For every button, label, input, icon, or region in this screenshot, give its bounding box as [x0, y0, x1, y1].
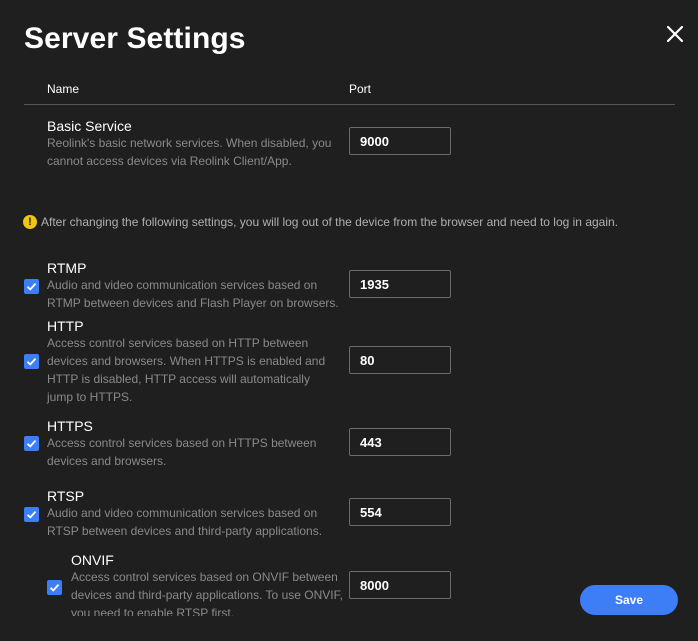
http-title: HTTP — [47, 318, 84, 334]
onvif-row: ONVIF Access control services based on O… — [0, 540, 560, 616]
http-port-input[interactable] — [349, 346, 451, 374]
https-description: Access control services based on HTTPS b… — [47, 436, 317, 468]
rtsp-title: RTSP — [47, 488, 85, 504]
onvif-port-input[interactable] — [349, 571, 451, 599]
basic-service-description: Reolink's basic network services. When d… — [47, 136, 332, 168]
onvif-checkbox[interactable] — [47, 580, 62, 595]
rtsp-checkbox[interactable] — [24, 507, 39, 522]
https-checkbox[interactable] — [24, 436, 39, 451]
save-button[interactable]: Save — [580, 585, 678, 615]
column-header-port: Port — [349, 82, 372, 96]
https-port-input[interactable] — [349, 428, 451, 456]
onvif-description: Access control services based on ONVIF b… — [71, 570, 343, 616]
http-checkbox[interactable] — [24, 354, 39, 369]
rtmp-checkbox[interactable] — [24, 279, 39, 294]
column-header-name: Name — [47, 82, 80, 96]
https-title: HTTPS — [47, 418, 93, 434]
warning-icon: ! — [23, 215, 37, 229]
basic-service-port-input[interactable] — [349, 127, 451, 155]
header-divider — [24, 104, 675, 105]
logout-notice: After changing the following settings, y… — [41, 215, 619, 229]
rtsp-description: Audio and video communication services b… — [47, 506, 323, 538]
http-description: Access control services based on HTTP be… — [47, 336, 326, 404]
close-icon[interactable] — [664, 23, 686, 45]
rtmp-title: RTMP — [47, 260, 87, 276]
onvif-title: ONVIF — [71, 552, 114, 568]
rtmp-port-input[interactable] — [349, 270, 451, 298]
basic-service-title: Basic Service — [47, 118, 132, 134]
dialog-title: Server Settings — [24, 22, 246, 55]
rtmp-description: Audio and video communication services b… — [47, 278, 339, 310]
rtsp-port-input[interactable] — [349, 498, 451, 526]
